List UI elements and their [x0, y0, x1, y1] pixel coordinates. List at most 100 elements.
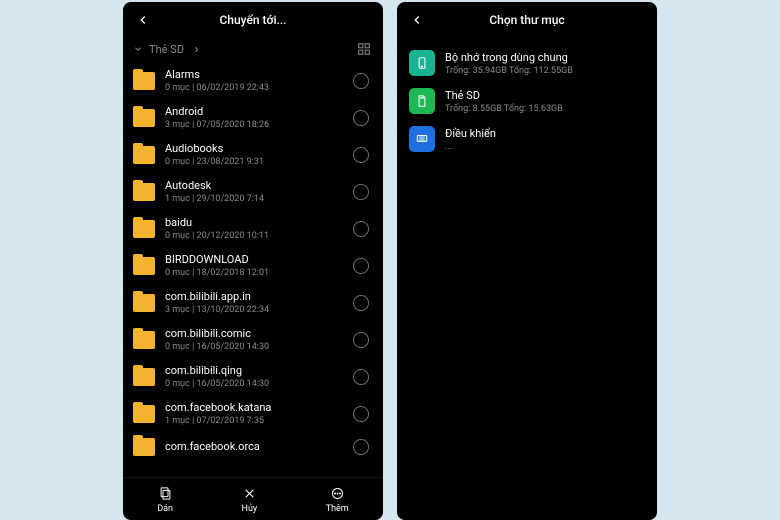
header: Chọn thư mục: [397, 2, 657, 38]
storage-row[interactable]: Điều khiển...: [405, 120, 649, 158]
folder-meta: 1 mục | 07/02/2019 7:35: [165, 416, 343, 426]
page-title: Chuyển tới...: [219, 13, 286, 27]
folder-name: com.bilibili.qing: [165, 364, 343, 377]
folder-meta: 1 mục | 29/10/2020 7:14: [165, 194, 343, 204]
more-label: Thêm: [326, 504, 349, 514]
back-button[interactable]: [133, 10, 153, 30]
folder-meta: 3 mục | 07/05/2020 18:26: [165, 120, 343, 130]
folder-icon: [133, 146, 155, 164]
folder-info: com.facebook.katana 1 mục | 07/02/2019 7:…: [165, 401, 343, 426]
remote-icon: [415, 132, 429, 146]
paste-icon: [158, 486, 173, 501]
folder-icon: [133, 368, 155, 386]
folder-row[interactable]: com.facebook.orca: [123, 432, 383, 462]
grid-icon: [357, 42, 371, 56]
folder-icon: [133, 220, 155, 238]
folder-meta: 0 mục | 16/05/2020 14:30: [165, 342, 343, 352]
folder-info: com.facebook.orca: [165, 440, 343, 455]
folder-name: Alarms: [165, 68, 343, 81]
paste-button[interactable]: Dán: [157, 486, 173, 514]
folder-name: com.facebook.orca: [165, 440, 343, 453]
folder-row[interactable]: com.facebook.katana 1 mục | 07/02/2019 7:…: [123, 395, 383, 432]
folder-info: Autodesk 1 mục | 29/10/2020 7:14: [165, 179, 343, 204]
back-icon: [410, 13, 424, 27]
storage-meta: ...: [445, 142, 496, 152]
storage-name: Thẻ SD: [445, 89, 563, 102]
folder-row[interactable]: Android 3 mục | 07/05/2020 18:26: [123, 99, 383, 136]
folder-name: Audiobooks: [165, 142, 343, 155]
select-radio[interactable]: [353, 73, 369, 89]
select-radio[interactable]: [353, 258, 369, 274]
folder-list: Alarms 0 mục | 06/02/2019 22:43 Android 3 m…: [123, 62, 383, 477]
select-radio[interactable]: [353, 439, 369, 455]
more-button[interactable]: Thêm: [326, 486, 349, 514]
close-icon: [242, 486, 257, 501]
folder-name: baidu: [165, 216, 343, 229]
grid-view-toggle[interactable]: [357, 42, 371, 56]
folder-row[interactable]: Audiobooks0 mục | 23/08/2021 9:31: [123, 136, 383, 173]
folder-name: com.facebook.katana: [165, 401, 343, 414]
storage-icon: [409, 50, 435, 76]
paste-label: Dán: [157, 504, 173, 514]
select-radio[interactable]: [353, 406, 369, 422]
select-radio[interactable]: [353, 369, 369, 385]
more-icon: [330, 486, 345, 501]
folder-info: com.bilibili.qing 0 mục | 16/05/2020 14:3…: [165, 364, 343, 389]
folder-icon: [133, 72, 155, 90]
storage-name: Bộ nhớ trong dùng chung: [445, 51, 573, 64]
storage-name: Điều khiển: [445, 127, 496, 140]
storage-row[interactable]: Bộ nhớ trong dùng chung Trống: 35.94GB Tổ…: [405, 44, 649, 82]
storage-info: Điều khiển...: [445, 127, 496, 152]
select-radio[interactable]: [353, 184, 369, 200]
folder-name: Autodesk: [165, 179, 343, 192]
select-radio[interactable]: [353, 147, 369, 163]
folder-meta: 0 mục | 20/12/2020 10:11: [165, 231, 343, 241]
breadcrumb-label: Thẻ SD: [149, 43, 184, 56]
back-button[interactable]: [407, 10, 427, 30]
folder-info: Android 3 mục | 07/05/2020 18:26: [165, 105, 343, 130]
phone-right: Chọn thư mục Bộ nhớ trong dùng chung Trốn…: [397, 2, 657, 520]
folder-info: baidu 0 mục | 20/12/2020 10:11: [165, 216, 343, 241]
storage-row[interactable]: Thẻ SD Trống: 8.55GB Tổng: 15.63GB: [405, 82, 649, 120]
folder-row[interactable]: baidu 0 mục | 20/12/2020 10:11: [123, 210, 383, 247]
chevron-right-icon: [192, 45, 201, 54]
phone-storage-icon: [415, 56, 429, 70]
phone-left: Chuyển tới... Thẻ SD Alarms 0 mục | 06/02…: [123, 2, 383, 520]
storage-meta: Trống: 8.55GB Tổng: 15.63GB: [445, 104, 563, 114]
folder-name: com.bilibili.comic: [165, 327, 343, 340]
folder-info: com.bilibili.app.in 3 mục | 13/10/2020 22…: [165, 290, 343, 315]
select-radio[interactable]: [353, 110, 369, 126]
folder-meta: 0 mục | 16/05/2020 14:30: [165, 379, 343, 389]
folder-info: Audiobooks0 mục | 23/08/2021 9:31: [165, 142, 343, 167]
page-title: Chọn thư mục: [489, 13, 564, 27]
folder-row[interactable]: Autodesk 1 mục | 29/10/2020 7:14: [123, 173, 383, 210]
select-radio[interactable]: [353, 221, 369, 237]
storage-info: Bộ nhớ trong dùng chung Trống: 35.94GB Tổ…: [445, 51, 573, 76]
cancel-label: Hủy: [242, 504, 258, 514]
storage-info: Thẻ SD Trống: 8.55GB Tổng: 15.63GB: [445, 89, 563, 114]
folder-row[interactable]: com.bilibili.qing 0 mục | 16/05/2020 14:3…: [123, 358, 383, 395]
folder-icon: [133, 257, 155, 275]
chevron-down-icon: [133, 44, 143, 54]
breadcrumb[interactable]: Thẻ SD: [133, 43, 201, 56]
folder-row[interactable]: com.bilibili.comic 0 mục | 16/05/2020 14:…: [123, 321, 383, 358]
folder-row[interactable]: Alarms 0 mục | 06/02/2019 22:43: [123, 62, 383, 99]
cancel-button[interactable]: Hủy: [242, 486, 258, 514]
folder-meta: 0 mục | 18/02/2018 12:01: [165, 268, 343, 278]
folder-icon: [133, 405, 155, 423]
folder-meta: 0 mục | 06/02/2019 22:43: [165, 83, 343, 93]
select-radio[interactable]: [353, 332, 369, 348]
folder-name: com.bilibili.app.in: [165, 290, 343, 303]
storage-icon: [409, 88, 435, 114]
folder-icon: [133, 109, 155, 127]
folder-row[interactable]: com.bilibili.app.in 3 mục | 13/10/2020 22…: [123, 284, 383, 321]
sd-card-icon: [415, 94, 429, 108]
back-icon: [136, 13, 150, 27]
folder-meta: 3 mục | 13/10/2020 22:34: [165, 305, 343, 315]
select-radio[interactable]: [353, 295, 369, 311]
folder-row[interactable]: BIRDDOWNLOAD0 mục | 18/02/2018 12:01: [123, 247, 383, 284]
folder-name: Android: [165, 105, 343, 118]
header: Chuyển tới...: [123, 2, 383, 38]
folder-info: BIRDDOWNLOAD0 mục | 18/02/2018 12:01: [165, 253, 343, 278]
storage-meta: Trống: 35.94GB Tổng: 112.55GB: [445, 66, 573, 76]
